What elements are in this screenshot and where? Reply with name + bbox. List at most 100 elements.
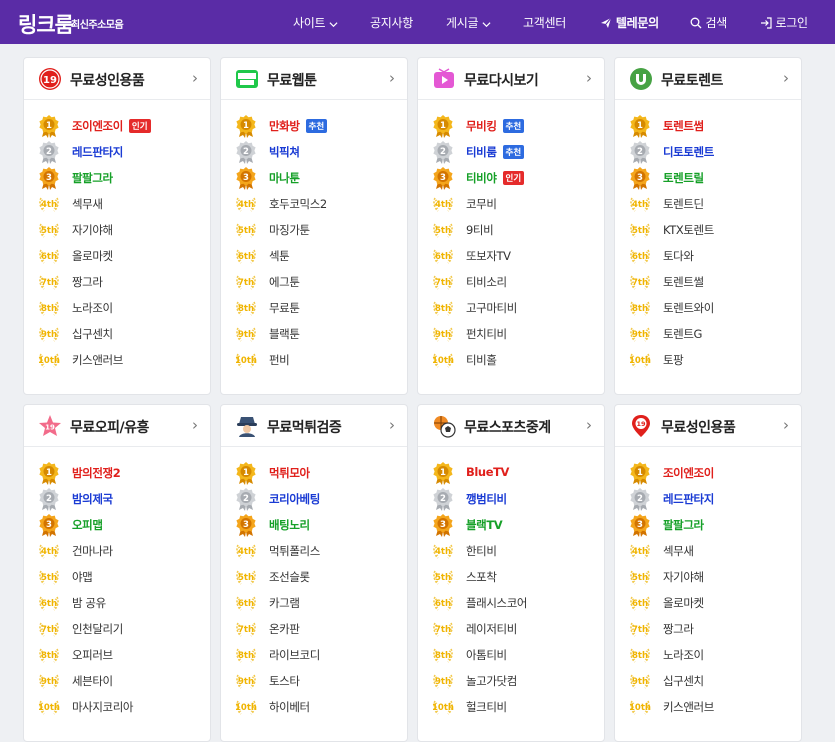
chevron-right-icon[interactable]: › (783, 416, 789, 434)
site-link[interactable]: BlueTV (466, 465, 509, 479)
list-item[interactable]: 7th 토렌트썰 (629, 270, 797, 294)
site-link[interactable]: 올로마켓 (663, 595, 704, 611)
list-item[interactable]: 4th 섹무새 (38, 192, 206, 216)
list-item[interactable]: 7th 짱그라 (38, 270, 206, 294)
site-link[interactable]: 키스앤러브 (663, 699, 714, 715)
site-link[interactable]: 토다와 (663, 248, 694, 264)
site-link[interactable]: 레드판타지 (72, 144, 123, 160)
list-item[interactable]: 1 조이엔조이 (629, 461, 797, 485)
list-item[interactable]: 2 레드판타지 (38, 140, 206, 164)
site-link[interactable]: 토렌트썸 (663, 118, 704, 134)
list-item[interactable]: 10th 하이베터 (235, 695, 403, 719)
list-item[interactable]: 5th 9티비 (432, 218, 600, 242)
nav-login[interactable]: 로그인 (760, 14, 808, 31)
site-link[interactable]: 오피러브 (72, 647, 113, 663)
list-item[interactable]: 10th 헐크티비 (432, 695, 600, 719)
site-link[interactable]: 조이엔조이 (663, 465, 714, 481)
nav-support[interactable]: 고객센터 (523, 14, 566, 31)
site-link[interactable]: 깽범티비 (466, 491, 507, 507)
list-item[interactable]: 3 오피맵 (38, 513, 206, 537)
list-item[interactable]: 9th 펀치티비 (432, 322, 600, 346)
list-item[interactable]: 1 밤의전쟁2 (38, 461, 206, 485)
chevron-right-icon[interactable]: › (192, 416, 198, 434)
site-link[interactable]: 펀치티비 (466, 326, 507, 342)
site-link[interactable]: 세븐타이 (72, 673, 113, 689)
list-item[interactable]: 8th 아톰티비 (432, 643, 600, 667)
list-item[interactable]: 6th 밤 공유 (38, 591, 206, 615)
nav-site[interactable]: 사이트 (293, 14, 338, 31)
list-item[interactable]: 1 조이엔조이 인기 (38, 114, 206, 138)
chevron-right-icon[interactable]: › (586, 416, 592, 434)
site-link[interactable]: 블랙TV (466, 517, 503, 533)
list-item[interactable]: 7th 에그툰 (235, 270, 403, 294)
chevron-right-icon[interactable]: › (783, 69, 789, 87)
site-link[interactable]: 조선슬롯 (269, 569, 310, 585)
site-link[interactable]: 놀고가닷컴 (466, 673, 517, 689)
site-link[interactable]: 티비룸 추천 (466, 144, 525, 160)
list-item[interactable]: 1 무비킹 추천 (432, 114, 600, 138)
site-link[interactable]: 헐크티비 (466, 699, 507, 715)
site-link[interactable]: 먹튀폴리스 (269, 543, 320, 559)
site-link[interactable]: 인천달리기 (72, 621, 123, 637)
list-item[interactable]: 1 만화방 추천 (235, 114, 403, 138)
list-item[interactable]: 2 깽범티비 (432, 487, 600, 511)
list-item[interactable]: 5th 마징가툰 (235, 218, 403, 242)
list-item[interactable]: 2 레드판타지 (629, 487, 797, 511)
list-item[interactable]: 3 팔팔그라 (38, 166, 206, 190)
list-item[interactable]: 4th 호두코믹스2 (235, 192, 403, 216)
list-item[interactable]: 6th 올로마켓 (629, 591, 797, 615)
list-item[interactable]: 3 티비야 인기 (432, 166, 600, 190)
list-item[interactable]: 6th 올로마켓 (38, 244, 206, 268)
site-link[interactable]: 펀비 (269, 352, 290, 368)
list-item[interactable]: 1 토렌트썸 (629, 114, 797, 138)
list-item[interactable]: 5th 스포착 (432, 565, 600, 589)
list-item[interactable]: 9th 토스타 (235, 669, 403, 693)
site-link[interactable]: 마사지코리아 (72, 699, 133, 715)
list-item[interactable]: 10th 티비홀 (432, 348, 600, 372)
site-link[interactable]: 하이베터 (269, 699, 310, 715)
list-item[interactable]: 1 BlueTV (432, 461, 600, 485)
site-link[interactable]: 레이저티비 (466, 621, 517, 637)
list-item[interactable]: 10th 마사지코리아 (38, 695, 206, 719)
site-link[interactable]: 야맵 (72, 569, 93, 585)
list-item[interactable]: 3 팔팔그라 (629, 513, 797, 537)
site-link[interactable]: 배팅노리 (269, 517, 310, 533)
list-item[interactable]: 7th 짱그라 (629, 617, 797, 641)
list-item[interactable]: 8th 라이브코디 (235, 643, 403, 667)
card-header[interactable]: 19 무료오피/유흥 › (24, 405, 210, 447)
site-link[interactable]: 섹툰 (269, 248, 290, 264)
list-item[interactable]: 6th 플래시스코어 (432, 591, 600, 615)
site-link[interactable]: 키스앤러브 (72, 352, 123, 368)
list-item[interactable]: 8th 무료툰 (235, 296, 403, 320)
site-link[interactable]: 고구마티비 (466, 300, 517, 316)
site-link[interactable]: 건마나라 (72, 543, 113, 559)
list-item[interactable]: 3 배팅노리 (235, 513, 403, 537)
site-link[interactable]: 토렌트썰 (663, 274, 704, 290)
list-item[interactable]: 3 토렌트릴 (629, 166, 797, 190)
site-link[interactable]: 온카판 (269, 621, 300, 637)
card-header[interactable]: 무료웹툰 › (221, 58, 407, 100)
list-item[interactable]: 6th 또보자TV (432, 244, 600, 268)
list-item[interactable]: 4th 건마나라 (38, 539, 206, 563)
chevron-right-icon[interactable]: › (192, 69, 198, 87)
list-item[interactable]: 7th 인천달리기 (38, 617, 206, 641)
site-link[interactable]: 십구센치 (72, 326, 113, 342)
nav-posts[interactable]: 게시글 (446, 14, 491, 31)
site-link[interactable]: 자기야해 (663, 569, 704, 585)
card-header[interactable]: 무료다시보기 › (418, 58, 604, 100)
site-link[interactable]: 호두코믹스2 (269, 196, 327, 212)
list-item[interactable]: 6th 섹툰 (235, 244, 403, 268)
list-item[interactable]: 2 코리아베팅 (235, 487, 403, 511)
list-item[interactable]: 10th 키스앤러브 (38, 348, 206, 372)
site-link[interactable]: 한티비 (466, 543, 497, 559)
list-item[interactable]: 6th 토다와 (629, 244, 797, 268)
list-item[interactable]: 8th 고구마티비 (432, 296, 600, 320)
list-item[interactable]: 6th 카그램 (235, 591, 403, 615)
list-item[interactable]: 5th 자기야해 (629, 565, 797, 589)
list-item[interactable]: 3 블랙TV (432, 513, 600, 537)
site-link[interactable]: 라이브코디 (269, 647, 320, 663)
site-link[interactable]: 토렌트딘 (663, 196, 704, 212)
list-item[interactable]: 5th 자기야해 (38, 218, 206, 242)
chevron-right-icon[interactable]: › (389, 416, 395, 434)
list-item[interactable]: 4th 토렌트딘 (629, 192, 797, 216)
